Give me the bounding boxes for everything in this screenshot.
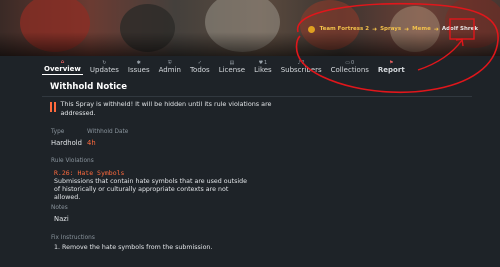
tab-label: Todos: [189, 66, 210, 74]
tab-likes[interactable]: ♥1 Likes: [252, 57, 274, 75]
banner-image: Team Fortress 2 ➜ Sprays ➜ Meme ➜ Adolf …: [0, 0, 500, 56]
tab-license[interactable]: ▤ License: [217, 57, 247, 75]
breadcrumb-arrow-icon: ➜: [404, 25, 410, 33]
breadcrumb: Team Fortress 2 ➜ Sprays ➜ Meme ➜ Adolf …: [307, 22, 478, 36]
type-label: Type: [51, 129, 65, 135]
notes-label: Notes: [51, 205, 68, 211]
withhold-date-label: Withhold Date: [87, 129, 129, 135]
breadcrumb-arrow-icon: ➜: [433, 25, 439, 33]
game-icon: [307, 25, 315, 33]
page-title: Withhold Notice: [50, 82, 127, 92]
tab-label: Updates: [89, 66, 119, 74]
tab-label: Subscribers: [280, 66, 322, 74]
tab-label: Report: [377, 66, 405, 74]
rule-code: R.26: Hate Symbols: [54, 169, 125, 177]
breadcrumb-arrow-icon: ➜: [372, 25, 378, 33]
tab-label: License: [218, 66, 246, 74]
tab-issues[interactable]: ✱ Issues: [126, 57, 152, 75]
tab-label: Overview: [44, 65, 81, 73]
tab-label: Admin: [158, 66, 181, 74]
tab-overview[interactable]: ⌂ Overview: [42, 57, 83, 75]
withhold-message: This Spray is withheld! It will be hidde…: [60, 100, 272, 117]
tab-admin[interactable]: ⛨ Admin: [157, 57, 183, 75]
withhold-notice-panel: Withhold Notice This Spray is withheld! …: [42, 78, 472, 267]
rule-description: Submissions that contain hate symbols th…: [54, 178, 248, 201]
section-tabs: ⌂ Overview ↻ Updates ✱ Issues ⛨ Admin ✓ …: [42, 57, 407, 75]
withhold-alert: This Spray is withheld! It will be hidde…: [50, 100, 280, 118]
breadcrumb-current: Adolf Shrek: [441, 26, 478, 32]
tab-updates[interactable]: ↻ Updates: [88, 57, 121, 75]
breadcrumb-category[interactable]: Sprays: [380, 26, 401, 32]
tab-report[interactable]: ⚑ Report: [376, 57, 407, 75]
tab-subscribers[interactable]: ♪1 Subscribers: [279, 57, 324, 75]
tab-label: Likes: [254, 66, 272, 74]
type-value: Hardhold: [51, 139, 82, 147]
tab-todos[interactable]: ✓ Todos: [188, 57, 212, 75]
breadcrumb-subcategory[interactable]: Meme: [412, 26, 431, 32]
tab-label: Issues: [127, 66, 150, 74]
fix-instructions-label: Fix Instructions: [51, 235, 95, 241]
fix-instruction-item: 1. Remove the hate symbols from the subm…: [54, 244, 213, 251]
breadcrumb-game[interactable]: Team Fortress 2: [320, 26, 370, 32]
tab-label: Collections: [330, 66, 369, 74]
withhold-date-value: 4h: [87, 139, 96, 147]
tab-collections[interactable]: ▭0 Collections: [329, 57, 371, 75]
rule-violations-label: Rule Violations: [51, 158, 94, 164]
divider: [42, 96, 472, 97]
pause-icon: [50, 102, 56, 118]
notes-value: Nazi: [54, 215, 69, 223]
